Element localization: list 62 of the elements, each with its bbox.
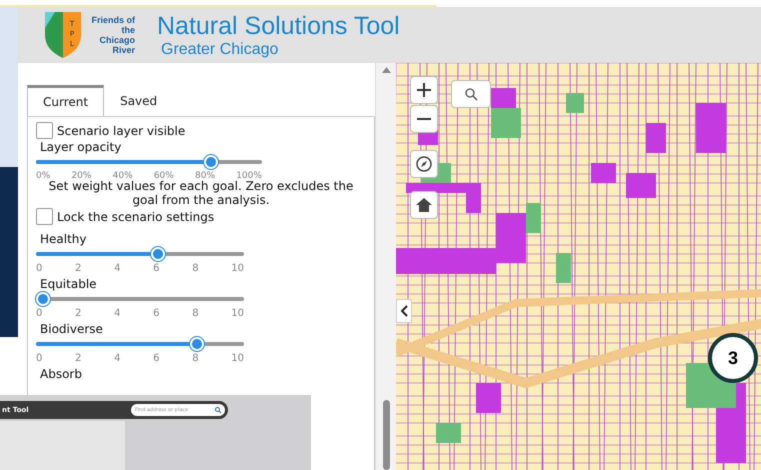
search-icon (215, 407, 221, 413)
home-button[interactable] (410, 191, 438, 219)
tick-label: 8 (192, 353, 199, 364)
tick-label: 8 (192, 308, 199, 319)
tab[interactable]: Current (27, 85, 104, 116)
plus-icon (417, 83, 431, 97)
checkbox-label: Lock the scenario settings (57, 210, 214, 224)
search-button[interactable] (451, 80, 491, 108)
tick-label: 10 (231, 263, 244, 274)
scrollbar-thumb[interactable] (382, 400, 390, 470)
checkbox[interactable] (36, 122, 53, 139)
scrollbar[interactable] (375, 63, 396, 470)
slider[interactable] (36, 336, 244, 352)
slider[interactable] (36, 291, 244, 307)
tick-label: 0 (36, 308, 42, 319)
chevron-left-icon (400, 305, 408, 317)
checkbox[interactable] (36, 208, 53, 225)
tick-label: 4 (114, 353, 120, 364)
tick-label: 60% (154, 171, 174, 181)
app-title: Natural Solutions Tool (157, 11, 400, 41)
zoom-out-button[interactable] (410, 105, 438, 133)
collapse-button[interactable] (396, 299, 412, 323)
org-name: Friends of the Chicago River (91, 15, 135, 55)
zoom-in-button[interactable] (410, 76, 438, 104)
tick-label: 40% (112, 171, 133, 181)
slider[interactable] (36, 246, 244, 262)
search-icon (464, 88, 478, 100)
tick-label: 4 (114, 263, 120, 274)
slider-label: Healthy (40, 232, 87, 246)
tick-label: 0 (36, 263, 42, 274)
slider-label: Layer opacity (40, 140, 122, 154)
slider-thumb[interactable] (36, 292, 50, 306)
slider-label: Equitable (40, 277, 97, 291)
checkbox-label: Scenario layer visible (57, 124, 186, 138)
slider-thumb[interactable] (151, 247, 166, 261)
tick-label: 2 (75, 263, 82, 274)
tick-label: 0% (36, 171, 50, 181)
tick-label: 4 (114, 308, 120, 319)
tick-label: 8 (192, 263, 199, 274)
slider-label: Biodiverse (40, 322, 103, 336)
minus-icon (417, 118, 431, 120)
tick-label: 2 (75, 308, 82, 319)
home-icon (416, 198, 432, 212)
tick-label: 80% (195, 171, 216, 181)
tick-label: 6 (153, 263, 160, 274)
app-subtitle: Greater Chicago (161, 41, 280, 59)
tick-label: 6 (153, 308, 160, 319)
tick-label: 6 (153, 353, 160, 364)
tick-label: 2 (75, 353, 82, 364)
tick-label: 0 (36, 353, 42, 364)
slider[interactable] (36, 154, 262, 170)
tick-label: 10 (231, 353, 244, 364)
slider-thumb[interactable] (190, 337, 204, 351)
slider-thumb[interactable] (204, 155, 218, 169)
tick-label: 20% (71, 171, 92, 181)
compass-button[interactable] (410, 150, 438, 178)
compass-icon (416, 156, 432, 172)
tick-label: 10 (231, 308, 244, 319)
slider-label: Absorb (40, 367, 82, 381)
tick-label: 100% (236, 171, 262, 181)
scroll-up-icon[interactable] (382, 67, 390, 73)
instructions-text: Set weight values for each goal. Zero excludes the goal from the analysis. (48, 179, 354, 207)
